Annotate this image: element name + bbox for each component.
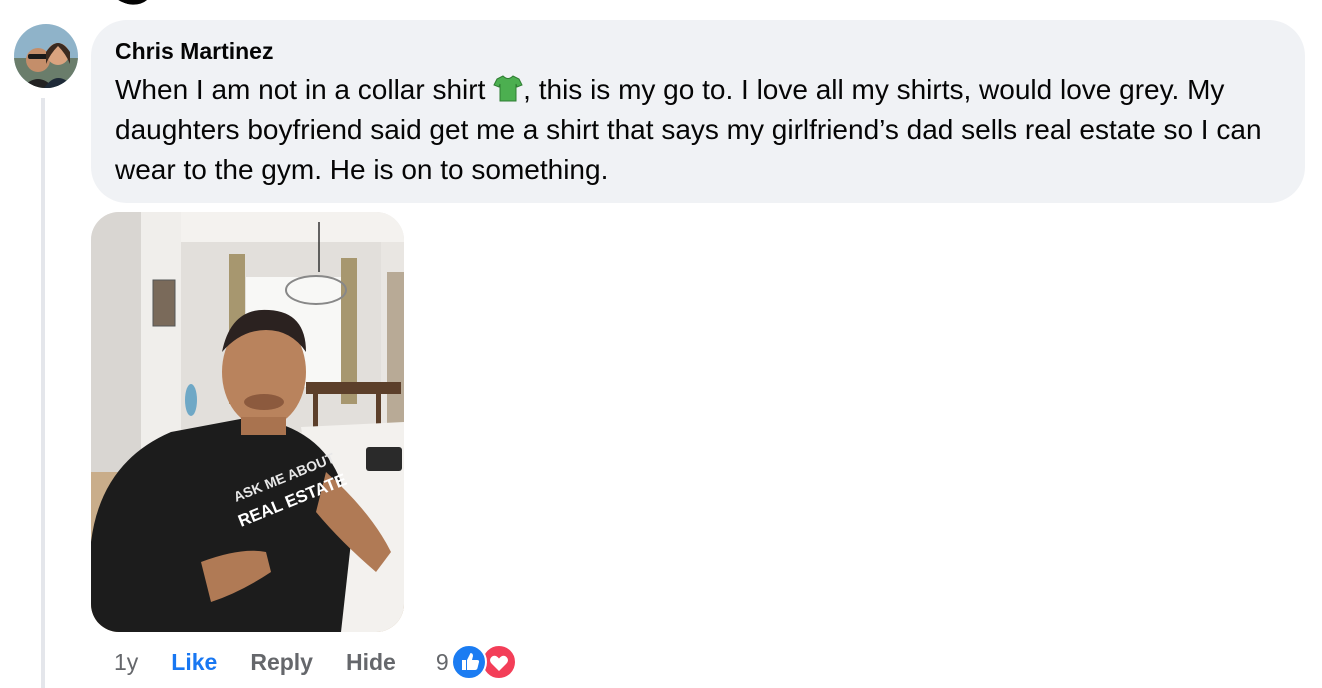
reaction-icons[interactable] [450, 644, 521, 680]
comment-timestamp[interactable]: 1y [114, 649, 138, 676]
hide-button[interactable]: Hide [346, 649, 396, 676]
comment-actions: 1y Like Reply Hide 9 [114, 644, 521, 680]
reply-button[interactable]: Reply [250, 649, 313, 676]
comment-photo[interactable]: ASK ME ABOUT REAL ESTATE [91, 212, 404, 632]
comment-text: When I am not in a collar shirt , this i… [115, 70, 1275, 190]
thread-connector-arc [103, 0, 157, 11]
like-icon [450, 644, 487, 680]
comment-author-name[interactable]: Chris Martinez [115, 36, 1281, 66]
thread-connector-line [41, 98, 45, 688]
reaction-count[interactable]: 9 [436, 649, 449, 676]
t-shirt-icon [493, 73, 523, 103]
like-button[interactable]: Like [171, 649, 217, 676]
avatar[interactable] [14, 24, 78, 88]
comment-thread: Chris Martinez When I am not in a collar… [0, 0, 1322, 688]
comment-text-part1: When I am not in a collar shirt [115, 74, 494, 105]
comment-bubble: Chris Martinez When I am not in a collar… [91, 20, 1305, 203]
